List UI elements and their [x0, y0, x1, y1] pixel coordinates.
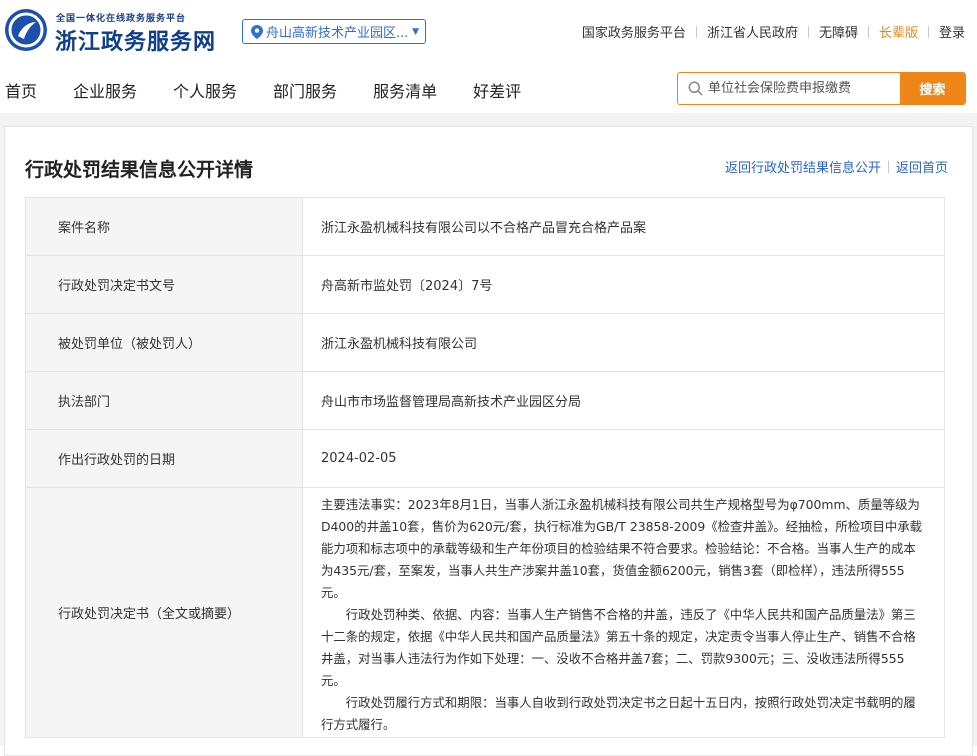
back-to-list-link[interactable]: 返回行政处罚结果信息公开: [725, 157, 881, 176]
region-selector[interactable]: 舟山高新技术产业园区... ▼: [242, 19, 426, 44]
nav-items: 首页 企业服务 个人服务 部门服务 服务清单 好差评: [5, 78, 557, 102]
detail-table: 案件名称 浙江永盈机械科技有限公司以不合格产品冒充合格产品案 行政处罚决定书文号…: [25, 197, 945, 738]
table-row: 案件名称 浙江永盈机械科技有限公司以不合格产品冒充合格产品案: [26, 198, 945, 256]
divider: [695, 25, 697, 38]
field-label: 被处罚单位（被处罚人）: [26, 314, 303, 371]
caret-down-icon: ▼: [412, 26, 419, 37]
field-label: 行政处罚决定书（全文或摘要）: [26, 488, 303, 737]
divider: [887, 160, 889, 173]
page-title: 行政处罚结果信息公开详情: [25, 159, 254, 181]
link-elder-version[interactable]: 长辈版: [879, 22, 918, 41]
field-label: 行政处罚决定书文号: [26, 256, 303, 313]
nav-item-department[interactable]: 部门服务: [273, 78, 337, 102]
field-label: 案件名称: [26, 198, 303, 255]
top-links: 国家政务服务平台 浙江省人民政府 无障碍 长辈版 登录: [582, 22, 965, 41]
top-bar: 全国一体化在线政务服务平台 浙江政务服务网 舟山高新技术产业园区... ▼ 国家…: [0, 0, 977, 62]
search-icon: [678, 73, 706, 104]
link-accessibility[interactable]: 无障碍: [819, 22, 858, 41]
region-label: 舟山高新技术产业园区...: [266, 26, 409, 41]
table-row: 行政处罚决定书文号 舟高新市监处罚〔2024〕7号: [26, 256, 945, 314]
location-pin-icon: [251, 24, 263, 39]
decision-paragraph: 主要违法事实：2023年8月1日，当事人浙江永盈机械科技有限公司共生产规格型号为…: [321, 497, 923, 600]
field-label: 作出行政处罚的日期: [26, 430, 303, 487]
table-row: 行政处罚决定书（全文或摘要） 主要违法事实：2023年8月1日，当事人浙江永盈机…: [26, 488, 945, 738]
field-value: 舟山市市场监督管理局高新技术产业园区分局: [303, 372, 945, 429]
table-row: 被处罚单位（被处罚人） 浙江永盈机械科技有限公司: [26, 314, 945, 372]
search-button[interactable]: 搜索: [900, 73, 965, 104]
search-box: 搜索: [677, 72, 966, 105]
search-input[interactable]: [706, 73, 900, 104]
back-to-home-link[interactable]: 返回首页: [896, 157, 948, 176]
brand-tagline: 全国一体化在线政务服务平台: [56, 14, 187, 24]
field-value: 浙江永盈机械科技有限公司以不合格产品冒充合格产品案: [303, 198, 945, 255]
link-login[interactable]: 登录: [939, 22, 965, 41]
nav-item-rating[interactable]: 好差评: [473, 78, 521, 102]
divider: [927, 25, 929, 38]
field-label: 执法部门: [26, 372, 303, 429]
table-row: 作出行政处罚的日期 2024-02-05: [26, 430, 945, 488]
divider: [867, 25, 869, 38]
nav-item-service-list[interactable]: 服务清单: [373, 78, 437, 102]
decision-paragraph: 行政处罚履行方式和期限：当事人自收到行政处罚决定书之日起十五日内，按照行政处罚决…: [321, 695, 916, 732]
field-value: 浙江永盈机械科技有限公司: [303, 314, 945, 371]
nav-item-personal[interactable]: 个人服务: [173, 78, 237, 102]
decision-paragraph: 行政处罚种类、依据、内容：当事人生产销售不合格的井盖，违反了《中华人民共和国产品…: [321, 607, 916, 688]
field-value: 主要违法事实：2023年8月1日，当事人浙江永盈机械科技有限公司共生产规格型号为…: [303, 488, 945, 737]
detail-panel: 行政处罚结果信息公开详情 返回行政处罚结果信息公开 返回首页 案件名称 浙江永盈…: [4, 126, 973, 756]
link-national-platform[interactable]: 国家政务服务平台: [582, 22, 686, 41]
field-value: 舟高新市监处罚〔2024〕7号: [303, 256, 945, 313]
link-zhejiang-government[interactable]: 浙江省人民政府: [707, 22, 798, 41]
nav-item-home[interactable]: 首页: [5, 78, 37, 102]
brand-name[interactable]: 浙江政务服务网: [55, 24, 216, 56]
decision-text: 主要违法事实：2023年8月1日，当事人浙江永盈机械科技有限公司共生产规格型号为…: [321, 494, 924, 736]
field-value: 2024-02-05: [303, 430, 945, 487]
back-links: 返回行政处罚结果信息公开 返回首页: [725, 157, 948, 176]
divider: [807, 25, 809, 38]
table-row: 执法部门 舟山市市场监督管理局高新技术产业园区分局: [26, 372, 945, 430]
site-logo-icon[interactable]: [4, 8, 48, 52]
main-nav: 首页 企业服务 个人服务 部门服务 服务清单 好差评 搜索: [0, 62, 977, 113]
nav-item-enterprise[interactable]: 企业服务: [73, 78, 137, 102]
